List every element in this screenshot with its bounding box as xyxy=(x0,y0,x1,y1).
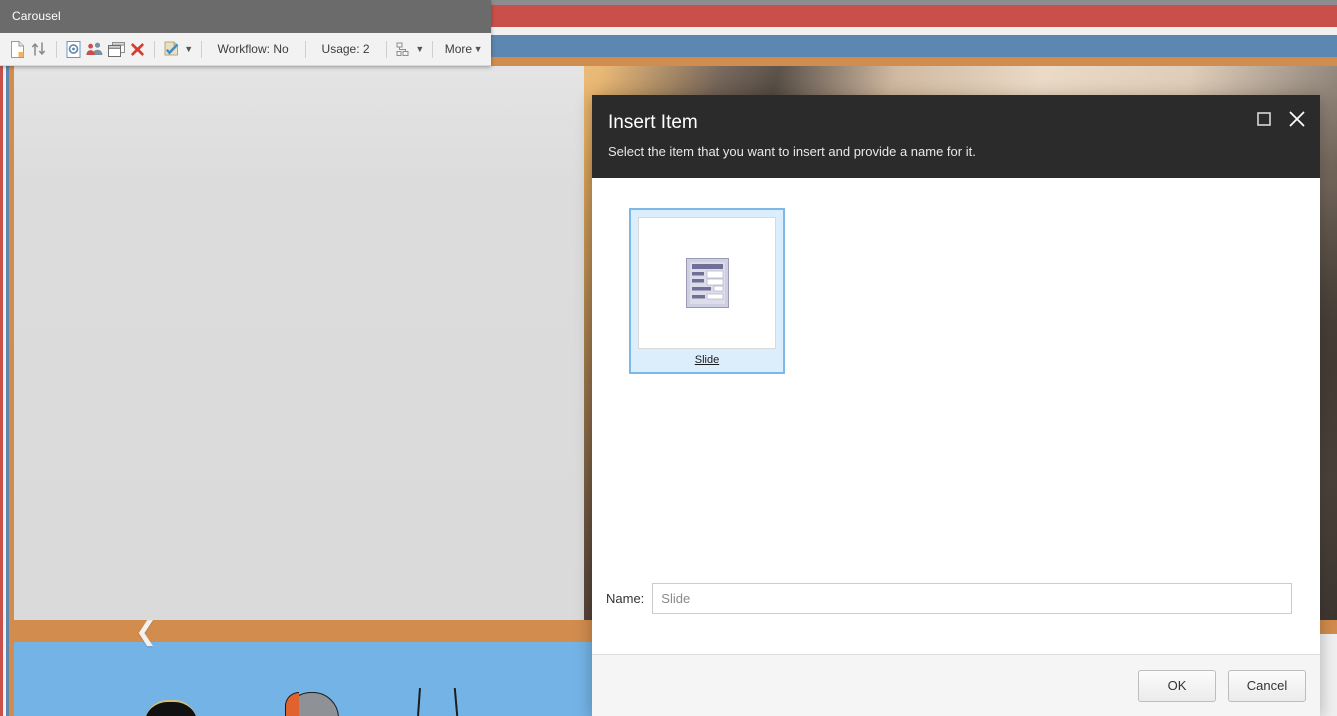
permissions-icon[interactable] xyxy=(84,37,105,62)
page-edge-orange xyxy=(9,0,14,716)
more-dropdown-caret-icon[interactable]: ▼ xyxy=(472,37,484,62)
dialog-body: Slide Name: xyxy=(592,178,1320,654)
toolbar-separator xyxy=(431,40,433,58)
page-edit-surface xyxy=(14,66,584,620)
usage-count: Usage: 2 xyxy=(321,42,370,56)
name-label: Name: xyxy=(606,591,645,606)
content-editor-title: Carousel xyxy=(0,0,491,33)
content-editor-actionbar: ▼ Workflow: No Usage: 2 ▼ More ▼ xyxy=(0,33,491,66)
toolbar-separator xyxy=(55,40,57,58)
page-footer-grey xyxy=(1318,634,1337,716)
toolbar-separator xyxy=(385,40,387,58)
workflow-status: Workflow: No xyxy=(217,42,289,56)
toolbar-separator xyxy=(154,40,156,58)
toolbar-separator xyxy=(304,40,306,58)
link-tree-dropdown-caret-icon[interactable]: ▼ xyxy=(414,37,426,62)
screen: ❮ Carousel ▼ Workflow: No Usage: 2 ▼ Mor… xyxy=(0,0,1337,716)
close-icon[interactable] xyxy=(1288,110,1306,128)
item-tile-label: Slide xyxy=(694,354,720,366)
duplicate-icon[interactable] xyxy=(106,37,127,62)
page-footer-orange xyxy=(1318,620,1337,634)
dialog-subtitle: Select the item that you want to insert … xyxy=(608,144,976,159)
insert-item-dialog: Insert Item Select the item that you wan… xyxy=(592,95,1320,716)
link-tree-icon[interactable] xyxy=(392,37,413,62)
preview-icon[interactable] xyxy=(63,37,84,62)
sort-icon[interactable] xyxy=(28,37,49,62)
name-field-row: Name: xyxy=(592,583,1320,614)
cancel-button[interactable]: Cancel xyxy=(1228,669,1306,702)
content-editor-toolbar: Carousel ▼ Workflow: No Usage: 2 ▼ More … xyxy=(0,0,491,66)
approve-dropdown-caret-icon[interactable]: ▼ xyxy=(183,37,195,62)
dialog-title: Insert Item xyxy=(608,112,698,133)
approve-icon[interactable] xyxy=(161,37,182,62)
maximize-icon[interactable] xyxy=(1256,111,1272,127)
item-template-grid: Slide xyxy=(592,178,1320,374)
delete-icon[interactable] xyxy=(127,37,148,62)
chevron-left-icon[interactable]: ❮ xyxy=(132,618,160,646)
slide-template-icon xyxy=(638,217,776,349)
item-tile-slide[interactable]: Slide xyxy=(629,208,785,374)
dialog-window-controls xyxy=(1256,110,1306,128)
toolbar-separator xyxy=(200,40,202,58)
more-menu-label[interactable]: More xyxy=(439,42,472,56)
dialog-footer: OK Cancel xyxy=(592,654,1320,716)
ok-button[interactable]: OK xyxy=(1138,669,1216,702)
dialog-header: Insert Item Select the item that you wan… xyxy=(592,95,1320,178)
new-page-icon[interactable] xyxy=(7,37,28,62)
name-input[interactable] xyxy=(652,583,1292,614)
